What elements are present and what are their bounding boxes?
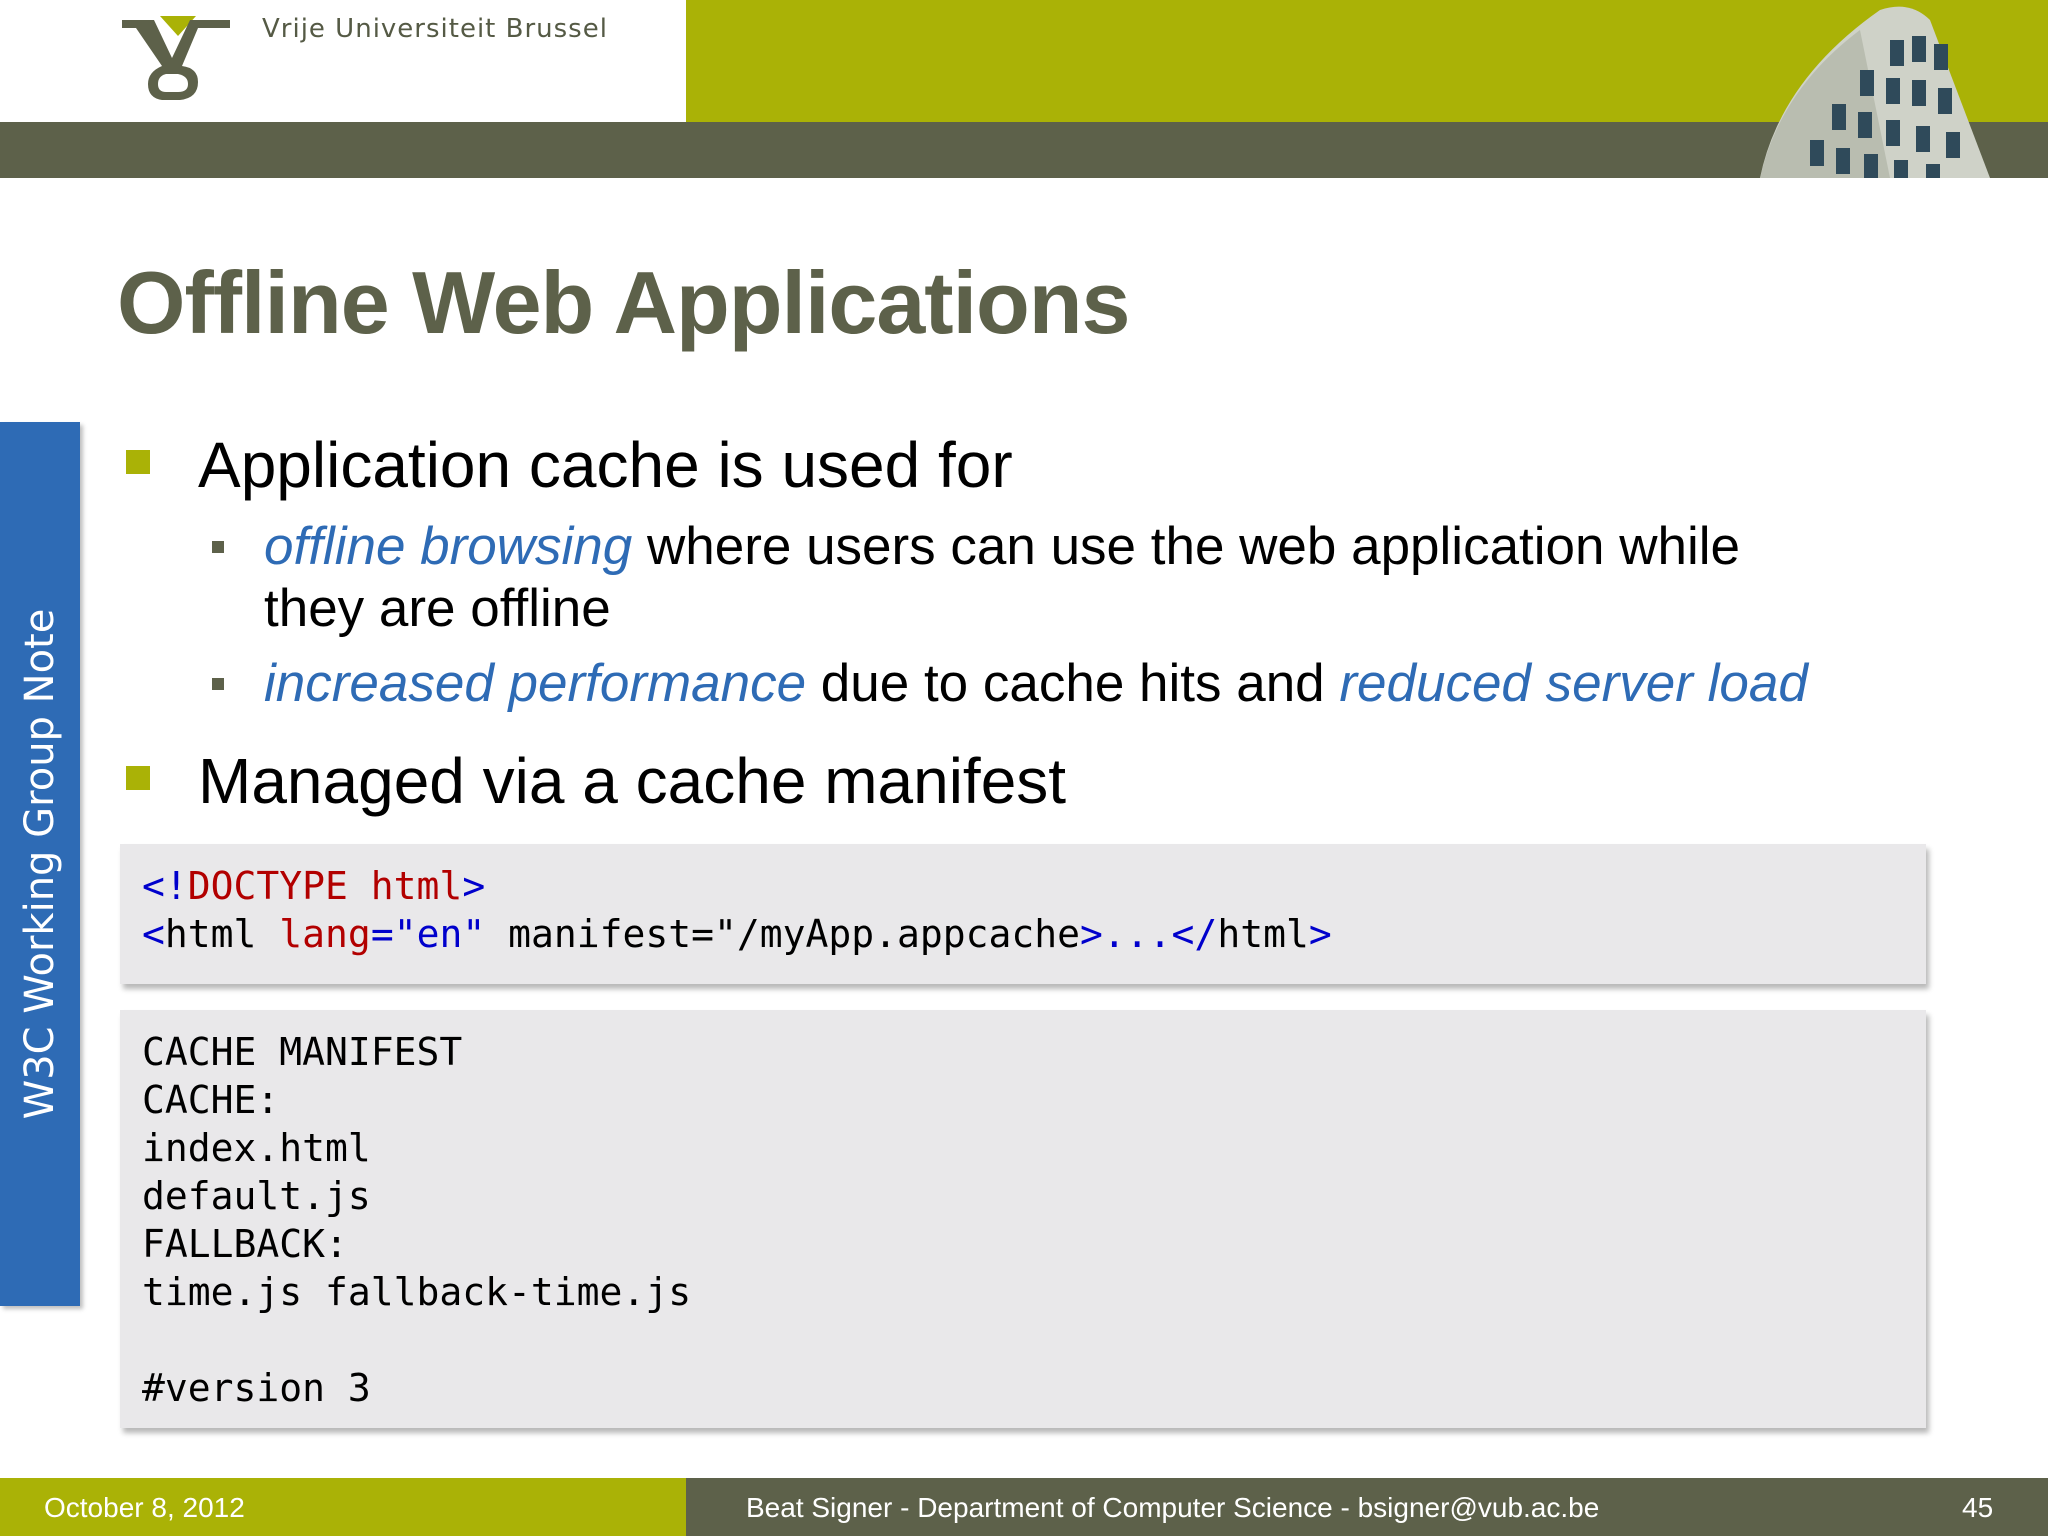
emphasis-text: increased performance <box>264 654 807 713</box>
bullet-square-icon <box>126 766 150 790</box>
emphasis-text: reduced server load <box>1339 654 1808 713</box>
footer-date: October 8, 2012 <box>44 1492 245 1523</box>
code-line: CACHE: <box>142 1078 280 1122</box>
code-token: >...</ <box>1080 912 1218 956</box>
code-token: manifest="/myApp.appcache <box>485 912 1081 956</box>
code-line: CACHE MANIFEST <box>142 1030 463 1074</box>
code-line: index.html <box>142 1126 371 1170</box>
code-token: ="en" <box>370 912 486 956</box>
sub-bullet-square-icon <box>212 678 224 690</box>
code-token: html <box>1217 912 1309 956</box>
code-line: #version 3 <box>142 1366 371 1410</box>
code-token: html <box>164 912 257 956</box>
code-line: <!DOCTYPE html> <box>142 862 1904 910</box>
sub-bullet-text-part: where users can use the web application … <box>632 517 1741 576</box>
sub-bullet-text: offline browsing where users can use the… <box>264 516 1740 640</box>
code-token: lang <box>279 912 371 956</box>
side-tab-label: W3C Working Group Note <box>17 608 63 1120</box>
sub-bullet-text-part: due to cache hits and <box>806 654 1340 713</box>
sub-bullet-square-icon <box>212 541 224 553</box>
bullet-text: Application cache is used for <box>198 429 1013 501</box>
emphasis-text: offline browsing <box>264 517 633 576</box>
page-number: 45 <box>1962 1492 1994 1523</box>
code-line: <html lang="en" manifest="/myApp.appcach… <box>142 910 1904 958</box>
side-tab: W3C Working Group Note <box>0 422 80 1306</box>
sub-bullet-text-part: they are offline <box>264 579 611 638</box>
footer-author: Beat Signer - Department of Computer Sci… <box>746 1492 1600 1523</box>
code-token: > <box>462 864 486 908</box>
university-logo-icon <box>122 16 230 100</box>
code-token: DOCTYPE html <box>187 864 463 908</box>
code-token: > <box>1308 912 1332 956</box>
bullet-text: Managed via a cache manifest <box>198 745 1067 817</box>
code-line: FALLBACK: <box>142 1222 348 1266</box>
code-token: < <box>142 912 165 956</box>
manifest-code-block: CACHE MANIFEST CACHE: index.html default… <box>120 1010 1926 1428</box>
code-line: default.js <box>142 1174 371 1218</box>
code-line: time.js fallback-time.js <box>142 1270 692 1314</box>
slide-title: Offline Web Applications <box>117 253 1130 352</box>
code-token: <! <box>142 864 188 908</box>
building-photo-icon <box>1760 6 1990 178</box>
html-code-block: <!DOCTYPE html> <html lang="en" manifest… <box>120 844 1926 984</box>
university-name: Vrije Universiteit Brussel <box>262 14 608 44</box>
sub-bullet-text: increased performance due to cache hits … <box>264 653 1808 715</box>
bullet-square-icon <box>126 450 150 474</box>
